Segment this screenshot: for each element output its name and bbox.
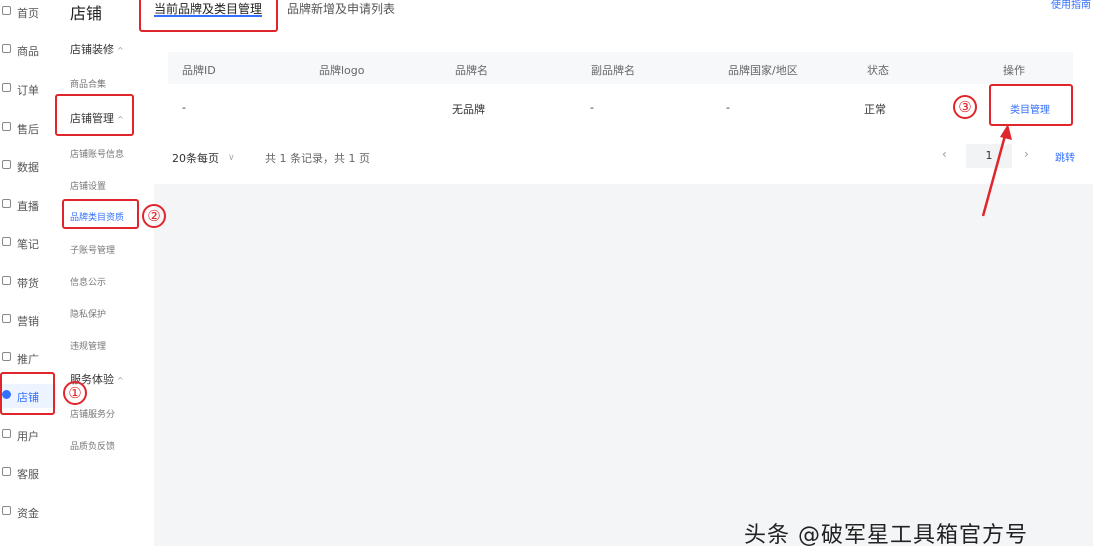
nav-item-after-sale[interactable]: 售后 bbox=[0, 116, 56, 140]
subnav-group-label: 店铺装修 bbox=[70, 43, 114, 56]
jump-page-button[interactable]: 跳转 bbox=[1055, 149, 1075, 164]
promote-goods-icon bbox=[2, 276, 11, 285]
nav-item-ads[interactable]: 推广 bbox=[0, 346, 56, 370]
table-header: 品牌ID 品牌logo 品牌名 副品牌名 品牌国家/地区 状态 操作 bbox=[168, 52, 1073, 84]
column-header-brand-name: 品牌名 bbox=[455, 64, 488, 77]
cell-brand-id: - bbox=[182, 101, 186, 114]
nav-item-service[interactable]: 客服 bbox=[0, 461, 56, 485]
subnav-title: 店铺 bbox=[70, 4, 103, 23]
chevron-up-icon: ^ bbox=[117, 376, 124, 385]
column-header-brand-logo: 品牌logo bbox=[319, 64, 365, 77]
annotation-box-brand-qualification bbox=[62, 199, 139, 229]
annotation-mark-2: ② bbox=[142, 204, 166, 228]
secondary-nav: 店铺 店铺装修 ^ 商品合集 店铺管理 ^ 店铺账号信息 店铺设置 品牌类目资质 子… bbox=[56, 0, 154, 546]
record-count: 共 1 条记录，共 1 页 bbox=[265, 152, 370, 165]
nav-item-goods[interactable]: 商品 bbox=[0, 38, 56, 62]
brand-table-card: 品牌ID 品牌logo 品牌名 副品牌名 品牌国家/地区 状态 操作 - 无品牌… bbox=[154, 34, 1093, 184]
subnav-item-quality-feedback[interactable]: 品质负反馈 bbox=[70, 439, 115, 452]
subnav-item-violations[interactable]: 违规管理 bbox=[70, 339, 106, 352]
data-icon bbox=[2, 160, 11, 169]
guide-link[interactable]: 使用指南 bbox=[1051, 0, 1091, 11]
user-icon bbox=[2, 429, 11, 438]
subnav-group-decoration[interactable]: 店铺装修 ^ bbox=[70, 41, 124, 57]
annotation-arrow bbox=[981, 124, 1012, 217]
after-sale-icon bbox=[2, 122, 11, 131]
next-page-button[interactable]: › bbox=[1024, 147, 1029, 161]
chevron-up-icon: ^ bbox=[117, 46, 124, 55]
cell-country: - bbox=[726, 101, 730, 114]
nav-item-funds[interactable]: 资金 bbox=[0, 500, 56, 524]
cell-sub-brand: - bbox=[590, 101, 594, 114]
column-header-brand-id: 品牌ID bbox=[182, 64, 216, 77]
home-icon bbox=[2, 6, 11, 15]
subnav-item-collections[interactable]: 商品合集 bbox=[70, 77, 106, 90]
nav-item-orders[interactable]: 订单 bbox=[0, 77, 56, 101]
subnav-item-privacy[interactable]: 隐私保护 bbox=[70, 307, 106, 320]
primary-nav: 首页 商品 订单 售后 数据 直播 笔记 带货 营销 推广 店铺 用户 客服 资… bbox=[0, 0, 56, 546]
goods-icon bbox=[2, 44, 11, 53]
column-header-status: 状态 bbox=[867, 64, 889, 77]
nav-item-promote-goods[interactable]: 带货 bbox=[0, 270, 56, 294]
nav-item-users[interactable]: 用户 bbox=[0, 423, 56, 447]
column-header-sub-brand: 副品牌名 bbox=[591, 64, 635, 77]
annotation-box-shop-nav bbox=[0, 372, 55, 415]
tab-brand-applications[interactable]: 品牌新增及申请列表 bbox=[287, 0, 395, 17]
tab-bar: 当前品牌及类目管理 品牌新增及申请列表 使用指南 bbox=[154, 0, 1093, 34]
prev-page-button[interactable]: ‹ bbox=[942, 147, 947, 161]
cell-brand-name: 无品牌 bbox=[452, 103, 485, 116]
column-header-action: 操作 bbox=[1003, 64, 1025, 77]
nav-item-marketing[interactable]: 营销 bbox=[0, 308, 56, 332]
watermark: 头条 @破军星工具箱官方号 bbox=[744, 523, 1028, 546]
annotation-box-current-tab bbox=[139, 0, 278, 32]
annotation-mark-3: ③ bbox=[953, 95, 977, 119]
marketing-icon bbox=[2, 314, 11, 323]
subnav-item-settings[interactable]: 店铺设置 bbox=[70, 179, 106, 192]
nav-item-data[interactable]: 数据 bbox=[0, 154, 56, 178]
subnav-item-account-info[interactable]: 店铺账号信息 bbox=[70, 147, 124, 160]
subnav-item-service-score[interactable]: 店铺服务分 bbox=[70, 407, 115, 420]
nav-item-notes[interactable]: 笔记 bbox=[0, 231, 56, 255]
service-icon bbox=[2, 467, 11, 476]
ads-icon bbox=[2, 352, 11, 361]
nav-item-live[interactable]: 直播 bbox=[0, 193, 56, 217]
column-header-country: 品牌国家/地区 bbox=[728, 64, 798, 77]
subnav-item-sub-accounts[interactable]: 子账号管理 bbox=[70, 243, 115, 256]
cell-status: 正常 bbox=[864, 103, 886, 116]
funds-icon bbox=[2, 506, 11, 515]
note-icon bbox=[2, 237, 11, 246]
annotation-box-shop-management bbox=[55, 94, 134, 136]
nav-item-home[interactable]: 首页 bbox=[0, 0, 56, 24]
order-icon bbox=[2, 83, 11, 92]
subnav-item-disclosure[interactable]: 信息公示 bbox=[70, 275, 106, 288]
annotation-mark-1: ① bbox=[63, 381, 87, 405]
chevron-down-icon: ∨ bbox=[228, 153, 235, 163]
live-icon bbox=[2, 199, 11, 208]
page-size-value: 20条每页 bbox=[172, 152, 219, 165]
page-size-select[interactable]: 20条每页 ∨ bbox=[172, 146, 250, 170]
